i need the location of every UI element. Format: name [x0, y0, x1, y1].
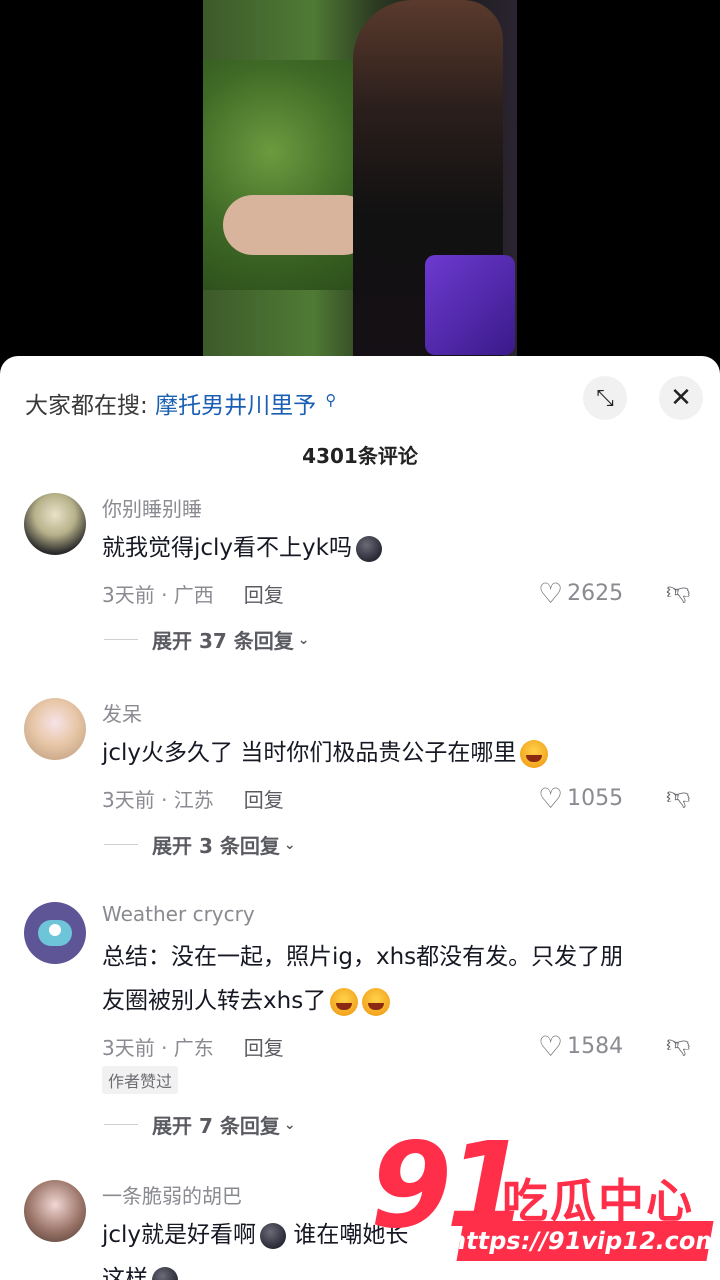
comment-text-line-2: 友圈被别人转去xhs了: [102, 979, 692, 1023]
avatar[interactable]: [24, 698, 86, 760]
expand-replies-label: 展开 7 条回复: [152, 1114, 280, 1138]
dislike-icon[interactable]: 👎︎: [666, 577, 690, 606]
comment-text[interactable]: 就我觉得jcly看不上yk吗: [102, 526, 692, 570]
close-icon: ✕: [670, 383, 692, 413]
dislike-icon[interactable]: 👎︎: [666, 782, 690, 811]
divider-line: [104, 1124, 138, 1125]
comment-username[interactable]: 一条脆弱的胡巴: [102, 1180, 242, 1209]
comment-count-title: 4301条评论: [302, 444, 418, 468]
heart-icon: ♡: [538, 577, 564, 610]
dark-face-emoji-icon: [260, 1222, 287, 1249]
expand-replies-label: 展开 3 条回复: [152, 834, 280, 858]
video-subject-arm: [223, 195, 373, 255]
site-watermark: 91 吃瓜中心 https://91vip12.com: [370, 1125, 720, 1280]
video-background-foliage: [203, 60, 373, 290]
like-count: 1055: [567, 786, 624, 811]
search-prefix: 大家都在搜:: [25, 393, 148, 419]
search-suggestion[interactable]: 大家都在搜: 摩托男井川里予 ⚲: [25, 386, 336, 420]
like-button[interactable]: ♡ 1584: [538, 1030, 623, 1063]
divider-line: [104, 844, 138, 845]
comment-text[interactable]: jcly火多久了 当时你们极品贵公子在哪里: [102, 731, 692, 775]
expand-sheet-button[interactable]: ⤡: [583, 376, 627, 420]
comment-username[interactable]: 你别睡别睡: [102, 493, 202, 522]
crying-laugh-emoji-icon: [330, 987, 359, 1016]
divider-line: [104, 639, 138, 640]
reply-button[interactable]: 回复: [244, 1036, 284, 1060]
expand-replies-label: 展开 37 条回复: [152, 629, 294, 653]
comment-username[interactable]: 发呆: [102, 698, 142, 727]
heart-icon: ♡: [538, 1030, 564, 1063]
dark-face-emoji-icon: [152, 1266, 178, 1280]
like-count: 2625: [567, 581, 624, 606]
avatar[interactable]: [24, 1180, 86, 1242]
watermark-url-text: https://91vip12.com: [446, 1227, 720, 1255]
comment-time-location: 3天前 · 广西: [102, 583, 214, 607]
expand-replies-button[interactable]: 展开 7 条回复 ⌄: [104, 1110, 296, 1139]
monster-eye: [49, 924, 61, 936]
comment-item: 发呆 jcly火多久了 当时你们极品贵公子在哪里 3天前 · 江苏 回复 ♡ 10…: [0, 698, 720, 868]
crying-laugh-emoji-icon: [362, 987, 391, 1016]
heart-icon: ♡: [538, 782, 564, 815]
author-liked-badge: 作者赞过: [102, 1066, 179, 1094]
comment-time-location: 3天前 · 江苏: [102, 788, 214, 812]
video-frame[interactable]: [203, 0, 517, 356]
dislike-icon[interactable]: 👎︎: [666, 1030, 690, 1059]
avatar[interactable]: [24, 493, 86, 555]
comment-item: Weather crycry 总结：没在一起，照片ig，xhs都没有发。只发了朋…: [0, 902, 720, 1142]
comment-text[interactable]: 总结：没在一起，照片ig，xhs都没有发。只发了朋 友圈被别人转去xhs了: [102, 935, 692, 1023]
laughing-face-emoji-icon: [520, 739, 549, 768]
search-icon: ⚲: [325, 391, 337, 409]
dark-face-emoji-icon: [355, 535, 382, 562]
chevron-down-icon: ⌄: [297, 631, 310, 648]
like-button[interactable]: ♡ 2625: [538, 577, 623, 610]
like-button[interactable]: ♡ 1055: [538, 782, 623, 815]
video-player[interactable]: [0, 0, 720, 356]
comment-text-line: 总结：没在一起，照片ig，xhs都没有发。只发了朋: [102, 944, 624, 970]
comment-text-body: 就我觉得jcly看不上yk吗: [102, 535, 352, 561]
chevron-down-icon: ⌄: [283, 836, 296, 853]
comment-time-location: 3天前 · 广东: [102, 1036, 214, 1060]
comment-username[interactable]: Weather crycry: [102, 902, 255, 926]
reply-button[interactable]: 回复: [244, 583, 284, 607]
comment-text-line-2-body: 友圈被别人转去xhs了: [102, 988, 327, 1014]
expand-replies-button[interactable]: 展开 3 条回复 ⌄: [104, 830, 296, 859]
reply-button[interactable]: 回复: [244, 788, 284, 812]
watermark-url: https://91vip12.com: [447, 1221, 720, 1261]
comment-meta: 3天前 · 江苏 回复: [102, 784, 284, 813]
comment-text-line-2-body: 这样: [102, 1266, 148, 1280]
close-button[interactable]: ✕: [659, 376, 703, 420]
chevron-down-icon: ⌄: [283, 1116, 296, 1133]
comment-item: 你别睡别睡 就我觉得jcly看不上yk吗 3天前 · 广西 回复 ♡ 2625 👎…: [0, 493, 720, 663]
expand-icon: ⤡: [596, 385, 614, 411]
like-count: 1584: [567, 1034, 624, 1059]
search-term-link[interactable]: 摩托男井川里予: [155, 393, 316, 419]
comment-text-line-1: jcly就是好看啊: [102, 1222, 257, 1248]
comment-meta: 3天前 · 广东 回复: [102, 1032, 284, 1061]
video-subject-bag: [425, 255, 515, 355]
expand-replies-button[interactable]: 展开 37 条回复 ⌄: [104, 625, 310, 654]
avatar[interactable]: [24, 902, 86, 964]
comment-meta: 3天前 · 广西 回复: [102, 579, 284, 608]
comment-text-body: jcly火多久了 当时你们极品贵公子在哪里: [102, 740, 517, 766]
